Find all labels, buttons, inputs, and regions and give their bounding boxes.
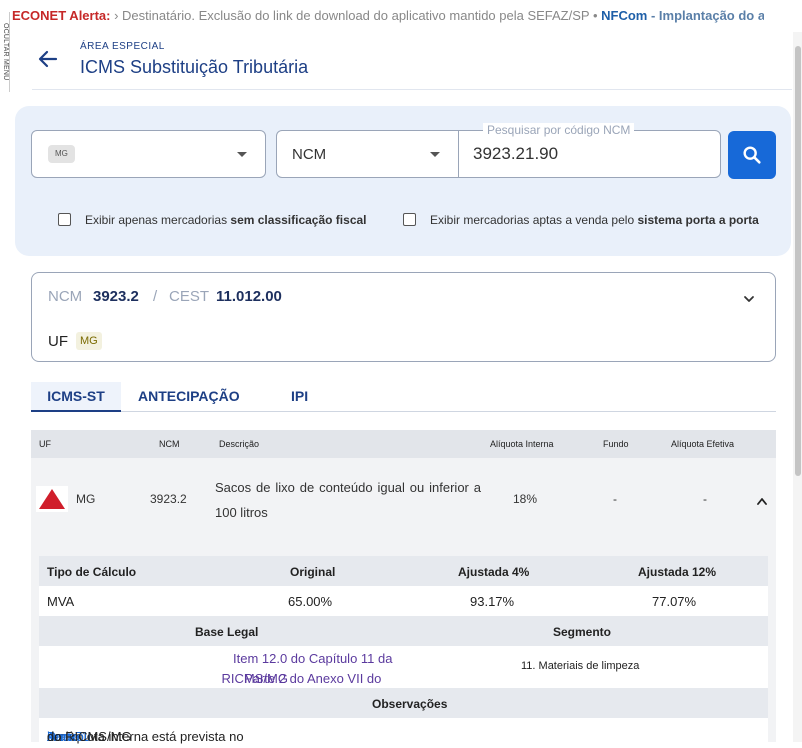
checkbox-label: Exibir apenas mercadorias sem classifica…: [85, 213, 367, 227]
column-header: UF: [39, 439, 51, 449]
checkbox-box[interactable]: [403, 213, 416, 226]
cest-label: CEST: [169, 288, 210, 305]
ncm-code-legend: Pesquisar por código NCM: [483, 123, 635, 137]
ncm-code-field[interactable]: Pesquisar por código NCM: [458, 123, 721, 178]
table-header: UF NCM Descrição Alíquota Interna Fundo …: [31, 430, 776, 458]
ticker-alert-label: ECONET Alerta:: [12, 8, 111, 23]
calc-header: Ajustada 4%: [458, 565, 530, 579]
legal-header: Segmento: [553, 625, 612, 639]
table-body: MG 3923.2 Sacos de lixo de conteúdo igua…: [31, 458, 776, 748]
uf-chip: MG: [76, 332, 102, 350]
chevron-down-icon[interactable]: [743, 293, 755, 305]
legal-table-header: Base Legal Segmento: [39, 616, 768, 646]
row-aliquota-interna: 18%: [513, 492, 538, 506]
row-aliquota-efetiva: -: [703, 492, 707, 506]
column-header: NCM: [159, 439, 180, 449]
mg-state-flag-icon: [36, 486, 68, 512]
search-type-value: NCM: [292, 146, 327, 163]
uf-label: UF: [48, 333, 68, 350]
calc-table-header: Tipo de Cálculo Original Ajustada 4% Aju…: [39, 556, 768, 586]
ticker-trailing[interactable]: - Implantação do ambi: [647, 8, 764, 23]
row-uf: MG: [76, 492, 96, 506]
observations-header: Observações: [39, 688, 768, 718]
back-arrow-icon[interactable]: [36, 47, 60, 71]
chevron-up-icon[interactable]: [756, 496, 768, 506]
legal-header: Base Legal: [195, 625, 259, 639]
checkbox-label: Exibir mercadorias aptas a venda pelo si…: [430, 213, 759, 227]
legal-row: Item 12.0 do Capítulo 11 da Parte 2 do A…: [39, 646, 768, 688]
tab-icms-st[interactable]: ICMS-ST: [31, 382, 121, 412]
tab-bar: ICMS-ST ANTECIPAÇÃO IPI: [31, 382, 776, 412]
ncm-value: 3923.2: [93, 288, 139, 305]
tab-ipi[interactable]: IPI: [291, 382, 308, 412]
hide-menu-toggle[interactable]: OCULTAR MENU: [0, 12, 10, 92]
column-header: Fundo: [603, 439, 629, 449]
segment-value: 11. Materiais de limpeza: [521, 660, 640, 672]
row-fundo: -: [613, 492, 617, 506]
caret-down-icon: [430, 152, 440, 157]
calc-header: Ajustada 12%: [638, 565, 717, 579]
column-header: Alíquota Interna: [490, 439, 554, 449]
cest-value: 11.012.00: [216, 288, 282, 305]
observations-title: Observações: [372, 697, 448, 711]
page-title: ICMS Substituição Tributária: [80, 57, 309, 77]
search-type-select[interactable]: NCM: [276, 130, 459, 178]
search-icon: [743, 146, 761, 164]
observations-row: A alíquota interna está prevista no item…: [39, 718, 768, 748]
ticker-message[interactable]: › Destinatário. Exclusão do link de down…: [110, 8, 601, 23]
calc-original: 65.00%: [288, 594, 333, 609]
checkbox-box[interactable]: [58, 213, 71, 226]
tab-antecipacao[interactable]: ANTECIPAÇÃO: [138, 382, 240, 412]
search-panel: [15, 106, 791, 256]
calc-row: MVA 65.00% 93.17% 77.07%: [39, 586, 768, 616]
row-description: Sacos de lixo de conteúdo igual ou infer…: [215, 480, 481, 520]
page-scrollbar[interactable]: [793, 32, 802, 742]
row-ncm: 3923.2: [150, 492, 187, 506]
search-button[interactable]: [728, 131, 776, 179]
ncm-label: NCM: [48, 288, 83, 305]
calc-adjusted-12: 77.07%: [652, 594, 697, 609]
caret-down-icon: [237, 152, 247, 157]
alert-ticker[interactable]: ECONET Alerta: › Destinatário. Exclusão …: [12, 0, 764, 32]
ticker-highlight[interactable]: NFCom: [601, 8, 647, 23]
ncm-code-input[interactable]: [473, 143, 703, 165]
uf-select[interactable]: MG: [31, 130, 266, 178]
calc-adjusted-4: 93.17%: [470, 594, 515, 609]
calc-header: Tipo de Cálculo: [47, 565, 137, 579]
calc-type: MVA: [47, 594, 75, 609]
calc-header: Original: [290, 565, 336, 579]
uf-chip: MG: [48, 145, 75, 163]
header-divider: [32, 89, 792, 90]
legal-basis-link[interactable]: Item 12.0 do Capítulo 11 da Parte 2 do A…: [39, 649, 404, 686]
column-header: Descrição: [219, 439, 260, 449]
separator: /: [153, 288, 158, 305]
column-header: Alíquota Efetiva: [671, 439, 735, 449]
area-label: ÁREA ESPECIAL: [80, 41, 165, 52]
result-card[interactable]: NCM 3923.2 / CEST 11.012.00 UF MG: [31, 272, 776, 362]
scrollbar-thumb[interactable]: [795, 46, 801, 476]
